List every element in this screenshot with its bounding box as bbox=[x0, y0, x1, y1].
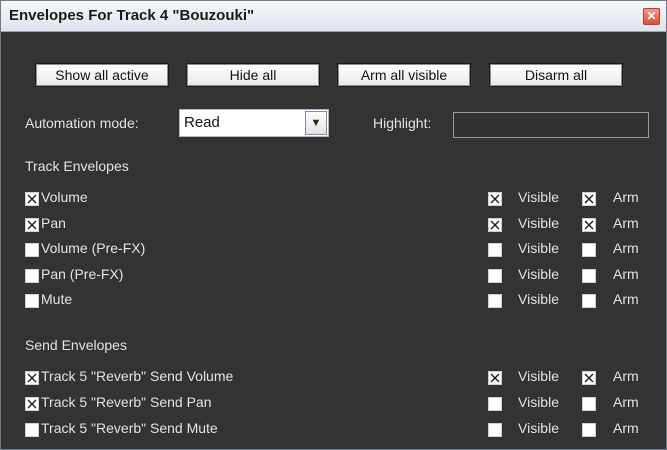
visible-checkbox[interactable] bbox=[488, 192, 502, 206]
envelope-name[interactable]: Track 5 "Reverb" Send Mute bbox=[41, 420, 218, 436]
hide-all-button[interactable]: Hide all bbox=[186, 63, 320, 87]
envelope-name[interactable]: Mute bbox=[41, 291, 72, 307]
disarm-all-button[interactable]: Disarm all bbox=[489, 63, 623, 87]
arm-checkbox[interactable] bbox=[582, 397, 596, 411]
highlight-input[interactable] bbox=[453, 112, 649, 138]
visible-checkbox[interactable] bbox=[488, 268, 502, 283]
arm-checkbox[interactable] bbox=[582, 294, 596, 308]
highlight-label: Highlight: bbox=[373, 115, 432, 131]
visible-label[interactable]: Visible bbox=[518, 215, 559, 231]
arm-checkbox[interactable] bbox=[582, 371, 596, 385]
visible-checkbox[interactable] bbox=[488, 397, 502, 411]
arm-all-visible-button[interactable]: Arm all visible bbox=[337, 63, 471, 87]
arm-label[interactable]: Arm bbox=[613, 420, 639, 436]
arm-label[interactable]: Arm bbox=[613, 368, 639, 384]
visible-checkbox[interactable] bbox=[488, 217, 502, 232]
arm-label[interactable]: Arm bbox=[613, 266, 639, 282]
arm-label[interactable]: Arm bbox=[613, 215, 639, 231]
arm-checkbox[interactable] bbox=[582, 268, 596, 283]
envelope-name[interactable]: Track 5 "Reverb" Send Pan bbox=[41, 394, 212, 410]
title-bar[interactable]: Envelopes For Track 4 "Bouzouki" ✕ bbox=[1, 1, 666, 32]
envelope-enable-checkbox[interactable] bbox=[25, 268, 39, 283]
envelope-enable-checkbox[interactable] bbox=[25, 397, 39, 411]
chevron-down-icon[interactable]: ▼ bbox=[305, 111, 327, 135]
track-envelopes-heading: Track Envelopes bbox=[25, 158, 129, 174]
envelope-enable-checkbox[interactable] bbox=[25, 217, 39, 232]
visible-checkbox[interactable] bbox=[488, 423, 502, 437]
visible-checkbox[interactable] bbox=[488, 371, 502, 385]
automation-mode-label: Automation mode: bbox=[25, 115, 139, 131]
arm-checkbox[interactable] bbox=[582, 243, 596, 257]
visible-label[interactable]: Visible bbox=[518, 420, 559, 436]
envelope-name[interactable]: Pan (Pre-FX) bbox=[41, 266, 123, 282]
visible-label[interactable]: Visible bbox=[518, 394, 559, 410]
envelope-name[interactable]: Track 5 "Reverb" Send Volume bbox=[41, 368, 233, 384]
arm-checkbox[interactable] bbox=[582, 217, 596, 232]
arm-checkbox[interactable] bbox=[582, 423, 596, 437]
envelope-enable-checkbox[interactable] bbox=[25, 243, 39, 257]
envelope-name[interactable]: Pan bbox=[41, 215, 66, 231]
visible-label[interactable]: Visible bbox=[518, 368, 559, 384]
visible-checkbox[interactable] bbox=[488, 243, 502, 257]
visible-label[interactable]: Visible bbox=[518, 189, 559, 205]
close-icon[interactable]: ✕ bbox=[643, 8, 660, 25]
envelopes-window: Envelopes For Track 4 "Bouzouki" ✕ Show … bbox=[0, 0, 667, 450]
visible-checkbox[interactable] bbox=[488, 294, 502, 308]
window-title: Envelopes For Track 4 "Bouzouki" bbox=[9, 7, 255, 24]
envelope-name[interactable]: Volume (Pre-FX) bbox=[41, 240, 145, 256]
envelope-enable-checkbox[interactable] bbox=[25, 192, 39, 206]
visible-label[interactable]: Visible bbox=[518, 240, 559, 256]
automation-mode-select[interactable]: Read ▼ bbox=[179, 109, 329, 137]
show-all-active-button[interactable]: Show all active bbox=[35, 63, 169, 87]
visible-label[interactable]: Visible bbox=[518, 266, 559, 282]
visible-label[interactable]: Visible bbox=[518, 291, 559, 307]
envelope-enable-checkbox[interactable] bbox=[25, 423, 39, 437]
envelope-name[interactable]: Volume bbox=[41, 189, 88, 205]
envelope-enable-checkbox[interactable] bbox=[25, 371, 39, 385]
arm-label[interactable]: Arm bbox=[613, 240, 639, 256]
arm-label[interactable]: Arm bbox=[613, 291, 639, 307]
arm-label[interactable]: Arm bbox=[613, 189, 639, 205]
envelope-enable-checkbox[interactable] bbox=[25, 294, 39, 308]
automation-mode-value: Read bbox=[184, 114, 220, 131]
arm-checkbox[interactable] bbox=[582, 192, 596, 206]
arm-label[interactable]: Arm bbox=[613, 394, 639, 410]
send-envelopes-heading: Send Envelopes bbox=[25, 337, 127, 353]
